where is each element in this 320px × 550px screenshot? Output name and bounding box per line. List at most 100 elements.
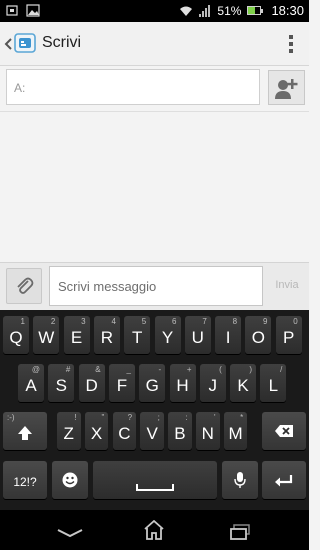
key-b[interactable]: :B <box>168 412 192 450</box>
key-c[interactable]: ? C <box>112 412 137 450</box>
key-char: Y <box>161 328 174 347</box>
chevron-left-icon <box>4 38 12 50</box>
up-button[interactable] <box>2 28 40 60</box>
battery-percent: 51% <box>217 3 242 18</box>
key-secondary-char: 7 <box>202 317 207 326</box>
key-p[interactable]: 0P <box>275 316 302 354</box>
key-char: X <box>90 424 103 443</box>
key-char: J <box>208 376 218 395</box>
key-d[interactable]: & D <box>78 364 105 402</box>
message-placeholder: Scrivi messaggio <box>58 279 157 294</box>
key-u[interactable]: 7U <box>184 316 211 354</box>
key-secondary-char: 9 <box>262 317 268 326</box>
key-j[interactable]: (J <box>199 364 226 402</box>
clock: 18:30 <box>271 3 304 18</box>
key-secondary-char: _ <box>126 365 131 374</box>
key-w[interactable]: 2W <box>33 316 60 354</box>
key-m[interactable]: * M <box>223 412 248 450</box>
symbols-key[interactable]: 12!? <box>3 461 47 499</box>
key-char: P <box>283 328 295 347</box>
signal-icon <box>199 4 211 17</box>
recent-apps-icon <box>230 524 250 540</box>
key-e[interactable]: 3E <box>63 316 90 354</box>
keyboard: 1Q2W3E4R5T6Y7U8I9O0P @ A # S & D _ F - G + H(J) K / L … <box>0 310 309 510</box>
emoji-key[interactable] <box>52 461 88 499</box>
key-q[interactable]: 1Q <box>3 316 29 354</box>
action-bar: Scrivi <box>0 22 309 66</box>
key-secondary-char: - <box>158 365 162 374</box>
space-key[interactable] <box>93 461 217 499</box>
microphone-icon <box>234 472 246 488</box>
battery-icon <box>247 6 264 15</box>
key-h[interactable]: + H <box>169 364 196 402</box>
key-secondary-char: 1 <box>20 317 25 326</box>
add-contact-button[interactable] <box>268 70 305 105</box>
key-v[interactable]: ; V <box>140 412 164 450</box>
key-o[interactable]: 9O <box>245 316 272 354</box>
key-secondary-char: 3 <box>81 317 86 326</box>
key-f[interactable]: _ F <box>108 364 135 402</box>
key-secondary-char: ? <box>127 413 133 422</box>
shift-icon <box>18 426 32 440</box>
recipient-input[interactable]: A: <box>6 69 260 105</box>
key-i[interactable]: 8I <box>215 316 242 354</box>
send-button[interactable]: Invia <box>267 266 307 306</box>
key-y[interactable]: 6Y <box>154 316 181 354</box>
key-secondary-char: 0 <box>293 317 298 326</box>
key-a[interactable]: @ A <box>18 364 44 402</box>
key-z[interactable]: ! Z <box>57 412 81 450</box>
backspace-icon <box>275 425 293 437</box>
key-secondary-char: ' <box>213 413 216 422</box>
key-secondary-char: * <box>240 413 244 422</box>
key-char: H <box>176 376 189 395</box>
key-char: R <box>100 328 114 347</box>
key-char: F <box>116 376 128 395</box>
key-s[interactable]: # S <box>48 364 75 402</box>
key-secondary-char: 2 <box>50 317 56 326</box>
image-notification-icon <box>26 4 40 17</box>
message-input[interactable]: Scrivi messaggio <box>49 266 263 306</box>
back-icon <box>57 529 83 538</box>
key-l[interactable]: / L <box>260 364 287 402</box>
smiley-icon <box>62 472 78 488</box>
key-r[interactable]: 4R <box>93 316 120 354</box>
backspace-key[interactable] <box>262 412 306 450</box>
key-secondary-char: 8 <box>232 317 238 326</box>
recipient-placeholder: A: <box>14 81 26 95</box>
attach-button[interactable] <box>6 268 42 304</box>
messaging-icon <box>14 33 36 53</box>
shift-key[interactable]: :-) <box>3 412 47 450</box>
enter-key[interactable] <box>262 461 306 499</box>
key-t[interactable]: 5T <box>124 316 151 354</box>
add-contact-icon <box>275 79 298 99</box>
divider <box>0 111 309 112</box>
key-n[interactable]: ' N <box>196 412 220 450</box>
microphone-key[interactable] <box>222 461 258 499</box>
home-button[interactable] <box>134 516 174 544</box>
key-k[interactable]: ) K <box>230 364 257 402</box>
key-char: L <box>268 376 279 395</box>
overflow-menu-button[interactable] <box>285 32 297 56</box>
page-title: Scrivi <box>42 34 82 51</box>
key-secondary-char: @ <box>31 365 40 374</box>
key-char: O <box>251 328 265 347</box>
key-secondary-char: # <box>65 365 71 374</box>
key-g[interactable]: -G <box>139 364 166 402</box>
recent-apps-button[interactable] <box>220 516 260 544</box>
wifi-icon <box>180 6 193 16</box>
key-char: D <box>85 376 98 395</box>
key-char: G <box>145 376 159 395</box>
key-x[interactable]: " X <box>84 412 109 450</box>
space-icon <box>136 484 174 491</box>
key-secondary-char: 4 <box>111 317 116 326</box>
key-char: B <box>174 424 186 443</box>
key-secondary-char: + <box>186 365 192 374</box>
key-char: E <box>70 328 83 347</box>
key-secondary-char: 5 <box>141 317 147 326</box>
key-secondary-char: / <box>280 365 283 374</box>
key-secondary-char: 6 <box>172 317 177 326</box>
back-button[interactable] <box>50 518 90 544</box>
enter-icon <box>275 475 293 487</box>
key-char: U <box>191 328 204 347</box>
key-char: Q <box>9 328 23 347</box>
